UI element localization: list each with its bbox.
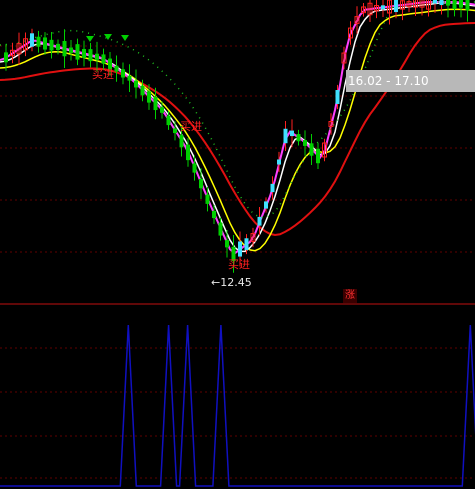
candle-body xyxy=(257,216,262,226)
buy-signal-label: 买进 xyxy=(92,68,114,81)
candle-body xyxy=(446,0,450,6)
ma-line-white xyxy=(0,1,475,253)
signal-triangle-icon xyxy=(86,36,94,42)
candle-body xyxy=(381,5,385,10)
low-price-marker: ←12.45 xyxy=(211,276,252,289)
ma-line-green-dotted xyxy=(0,1,475,219)
candle-body xyxy=(316,148,320,164)
candle-body xyxy=(394,0,398,13)
candle-body xyxy=(140,85,145,96)
candle-body xyxy=(134,80,138,88)
candle-body xyxy=(439,0,444,6)
candle-body xyxy=(75,44,80,60)
candle-body xyxy=(4,52,8,63)
candle-body xyxy=(465,0,470,11)
buy-signal-label: 买进 xyxy=(180,120,202,133)
candle-body xyxy=(238,241,242,257)
rise-badge: 涨 xyxy=(343,289,357,303)
candle-body xyxy=(309,143,314,156)
candle-body xyxy=(88,49,93,62)
candle-body xyxy=(205,194,210,204)
candle-body xyxy=(82,48,86,59)
candle-body xyxy=(101,54,106,64)
left-arrow-icon: ← xyxy=(211,276,221,289)
candle-body xyxy=(43,37,47,50)
candle-body xyxy=(160,107,164,113)
candle-body xyxy=(290,130,294,137)
candle-body xyxy=(296,134,301,142)
candle-body xyxy=(147,91,151,103)
candle-body xyxy=(62,40,67,57)
moving-average-lines xyxy=(0,0,475,255)
candle-body xyxy=(121,69,125,78)
candle-body xyxy=(335,90,340,104)
signal-triangle-icon xyxy=(121,35,129,41)
candle-body xyxy=(218,222,223,236)
candle-body xyxy=(153,96,158,111)
signal-triangle-icon xyxy=(104,34,112,40)
candle-body xyxy=(186,144,190,161)
candle-body xyxy=(452,0,457,10)
candle-body xyxy=(199,178,203,189)
buy-signal-label: 买进 xyxy=(228,258,250,271)
candle-body xyxy=(192,163,197,173)
candlestick-series xyxy=(4,0,470,273)
candle-body xyxy=(264,201,268,209)
indicator-panel xyxy=(0,324,475,487)
candle-body xyxy=(30,33,34,47)
candle-body xyxy=(95,53,99,60)
candle-body xyxy=(179,135,184,148)
candle-body xyxy=(283,128,288,144)
candle-body xyxy=(303,140,307,146)
candle-body xyxy=(36,36,41,47)
ma-line-magenta xyxy=(0,0,475,255)
candle-body xyxy=(56,43,60,50)
candle-body xyxy=(49,39,54,51)
candle-body xyxy=(270,183,275,193)
candle-body xyxy=(127,75,132,81)
candle-body xyxy=(225,240,229,248)
candle-body xyxy=(433,0,437,4)
candle-body xyxy=(277,159,281,165)
price-range-tooltip: 16.02 - 17.10 xyxy=(346,70,475,92)
candle-body xyxy=(69,47,73,53)
candle-body xyxy=(244,238,249,250)
candle-body xyxy=(166,115,171,126)
candle-body xyxy=(459,0,463,8)
candle-body xyxy=(114,65,119,72)
candle-body xyxy=(212,210,216,219)
candle-body xyxy=(173,128,177,134)
indicator-line xyxy=(0,324,475,487)
